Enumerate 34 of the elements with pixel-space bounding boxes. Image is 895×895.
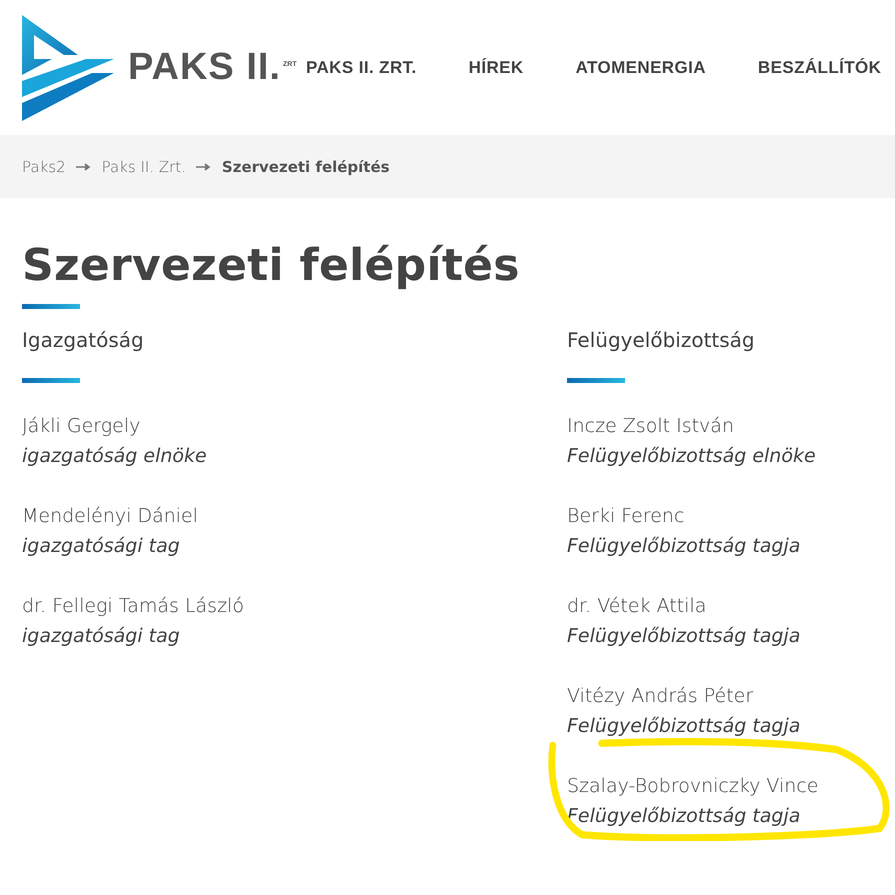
member-role: igazgatósági tag <box>22 534 181 559</box>
member-role: Felügyelőbizottság tagja <box>567 534 802 559</box>
accent-bar <box>22 378 80 383</box>
nav-link[interactable]: ATOMENERGIA <box>576 58 706 78</box>
breadcrumb-link[interactable]: Paks2 <box>22 158 66 176</box>
logo-text[interactable]: PAKS II. <box>128 46 281 89</box>
section-heading: Felügyelőbizottság <box>567 327 756 354</box>
member-role: igazgatóság elnöke <box>22 444 208 469</box>
member-role: Felügyelőbizottság elnöke <box>567 444 817 469</box>
arrow-icon <box>196 162 212 170</box>
member-name: Incze Zsolt István <box>567 414 735 439</box>
member-role: Felügyelőbizottság tagja <box>567 804 802 829</box>
member-name: Berki Ferenc <box>567 504 686 529</box>
member-role: Felügyelőbizottság tagja <box>567 714 802 739</box>
member-name: Vitézy András Péter <box>567 684 754 709</box>
member-name: Jákli Gergely <box>22 414 142 439</box>
logo-icon <box>22 14 114 120</box>
member-name: dr. Fellegi Tamás László <box>22 594 245 619</box>
accent-bar <box>567 378 625 383</box>
section-heading: Igazgatóság <box>22 327 145 354</box>
arrow-icon <box>76 162 92 170</box>
nav-link[interactable]: HÍREK <box>468 58 524 78</box>
member-role: Felügyelőbizottság tagja <box>567 624 802 649</box>
nav-link[interactable]: BESZÁLLÍTÓK <box>758 58 882 78</box>
member-name: Szalay-Bobrovniczky Vince <box>567 774 820 799</box>
member-name: Mendelényi Dániel <box>22 504 200 529</box>
logo-suffix: ZRT <box>283 60 297 68</box>
breadcrumb-link[interactable]: Szervezeti felépítés <box>222 158 390 176</box>
page-title: Szervezeti felépítés <box>22 239 521 293</box>
member-name: dr. Vétek Attila <box>567 594 708 619</box>
accent-bar <box>22 304 80 309</box>
breadcrumb-link[interactable]: Paks II. Zrt. <box>102 158 186 176</box>
nav-link[interactable]: PAKS II. ZRT. <box>306 58 417 78</box>
member-role: igazgatósági tag <box>22 624 181 649</box>
